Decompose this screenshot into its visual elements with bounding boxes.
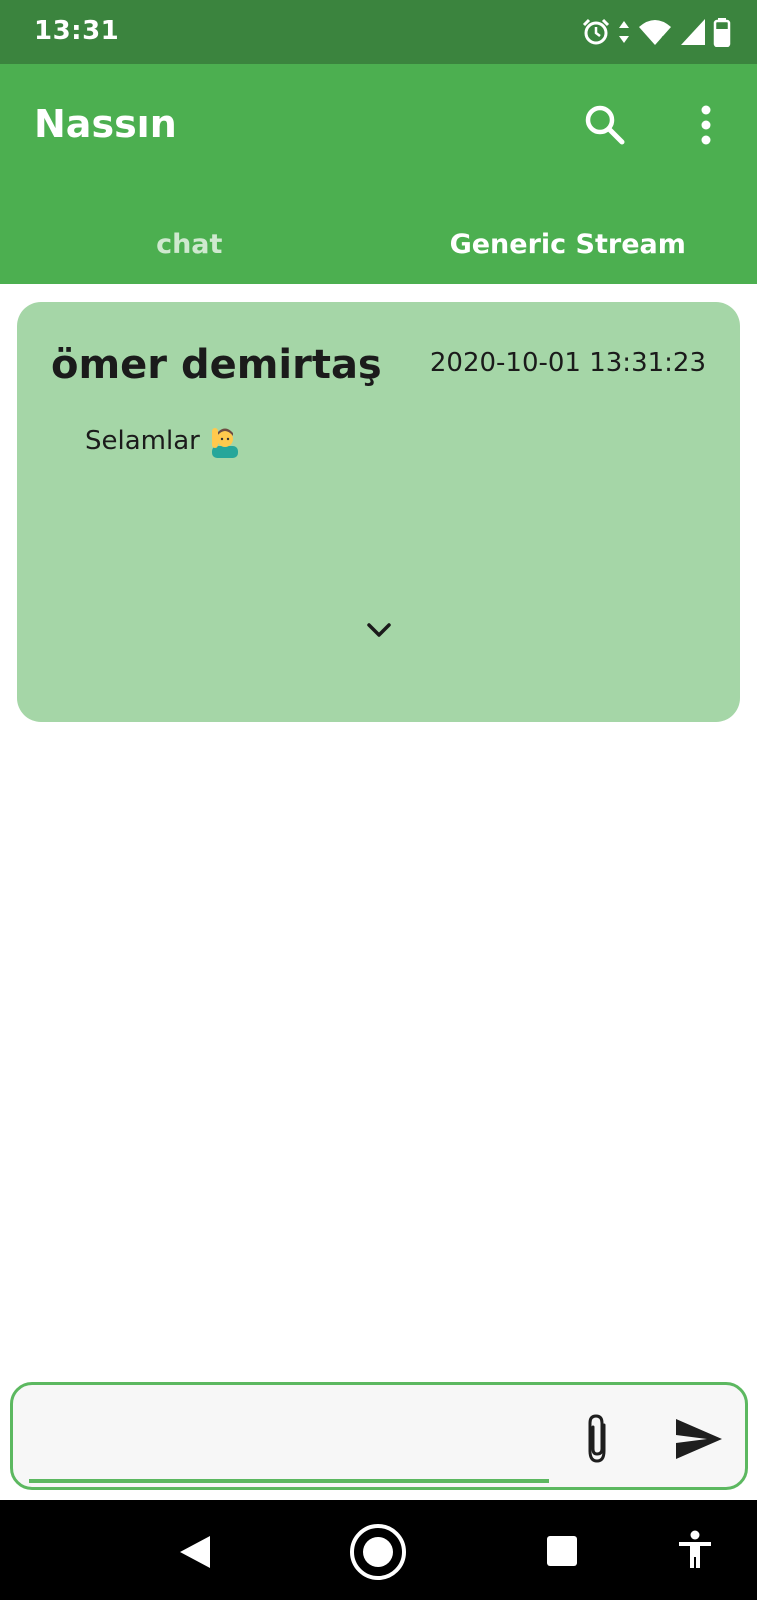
message-timestamp: 2020-10-01 13:31:23 (429, 348, 706, 378)
home-icon[interactable] (348, 1522, 408, 1582)
recents-icon[interactable] (546, 1535, 578, 1567)
tab-generic-stream[interactable]: Generic Stream (379, 204, 757, 284)
message-input[interactable] (33, 1405, 553, 1465)
chevron-down-icon (367, 623, 391, 637)
battery-icon (713, 18, 731, 47)
data-arrows-icon (619, 21, 629, 43)
accessibility-icon[interactable] (677, 1530, 713, 1570)
svg-text:4: 4 (659, 34, 667, 47)
more-vert-icon (701, 105, 711, 145)
tab-chat[interactable]: chat (0, 204, 379, 284)
more-options-button[interactable] (686, 100, 726, 150)
attach-button[interactable] (578, 1411, 618, 1467)
tab-bar: chat Generic Stream (0, 204, 757, 284)
signal-icon (681, 19, 705, 45)
navigation-bar (0, 1500, 757, 1600)
send-button[interactable] (673, 1415, 725, 1463)
search-icon (585, 105, 625, 145)
app-title: Nassın (34, 102, 177, 146)
attach-icon (588, 1414, 606, 1463)
status-bar: 13:31 4 (0, 0, 757, 64)
message-text: Selamlar (85, 426, 200, 456)
alarm-icon (582, 18, 610, 45)
status-icons: 4 (581, 16, 731, 48)
message-card[interactable]: ömer demirtaş 2020-10-01 13:31:23 Selaml… (17, 302, 740, 722)
app-bar: Nassın chat Generic Stream (0, 64, 757, 284)
input-underline (29, 1479, 549, 1483)
person-raising-hand-emoji-icon (211, 428, 238, 458)
wifi-icon: 4 (639, 20, 671, 47)
expand-button[interactable] (361, 612, 397, 648)
send-icon (676, 1419, 722, 1459)
message-sender: ömer demirtaş (51, 342, 382, 388)
message-body: Selamlar (85, 424, 242, 458)
search-button[interactable] (580, 100, 630, 150)
message-input-box (10, 1382, 748, 1490)
status-time: 13:31 (34, 16, 120, 46)
back-icon[interactable] (178, 1534, 212, 1570)
composer (0, 1380, 757, 1500)
